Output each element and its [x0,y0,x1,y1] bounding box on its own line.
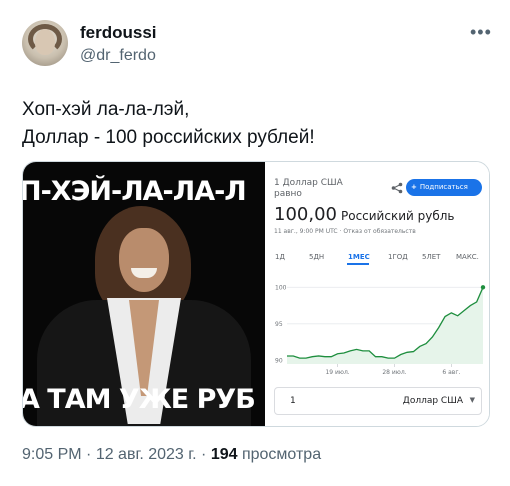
more-dots-icon[interactable]: ••• [470,22,492,43]
active-tab-indicator [347,263,369,265]
tab-1d[interactable]: 1Д [275,253,285,261]
last-point [480,285,486,290]
tweet-media[interactable]: П-ХЭЙ-ЛА-ЛА-Л А ТАМ УЖЕ РУБ 1 Доллар США… [22,161,490,427]
tweet-text: Хоп-хэй ла-ла-лэй, Доллар - 100 российск… [22,96,315,152]
y-tick-label: 100 [275,284,287,291]
author-name[interactable]: ferdoussi [80,23,157,43]
tweet-date[interactable]: 12 авг. 2023 г. [96,446,197,463]
meta-separator: · [81,446,96,463]
avatar[interactable] [22,20,68,66]
meme-bottom-text: А ТАМ УЖЕ РУБ [23,384,256,415]
tab-max[interactable]: МАКС. [456,253,479,261]
views-label: просмотра [237,446,322,463]
meme-top-text: П-ХЭЙ-ЛА-ЛА-Л [23,176,247,207]
rate-number: 100,00 [274,204,337,225]
tweet-line-1: Хоп-хэй ла-ла-лэй, [22,99,190,120]
rate-heading: 1 Доллар США равно [274,178,394,200]
subscribe-label: Подписаться [419,183,468,191]
tab-5y[interactable]: 5ЛЕТ [422,253,440,261]
x-tick-label: 28 июл. [382,369,406,376]
author-handle[interactable]: @dr_ferdo [80,47,156,65]
x-tick-label: 6 авг. [442,369,460,376]
plus-icon: + [411,183,417,191]
rate-heading-line2: равно [274,189,302,199]
currency-card[interactable]: 1 Доллар США равно + Подписаться 100,00 Ро… [265,162,490,426]
share-icon[interactable] [391,182,403,194]
x-tick-label: 19 июл. [325,369,349,376]
range-tabs: 1Д 5ДН 1МЕС 1ГОД 5ЛЕТ МАКС. [271,253,485,265]
rate-unit: Российский рубль [340,209,455,223]
y-tick-label: 95 [275,321,283,328]
chevron-down-icon[interactable]: ▼ [470,396,475,404]
tweet-line-2: Доллар - 100 российских рублей! [22,127,315,148]
tab-5d[interactable]: 5ДН [309,253,324,261]
converter-row[interactable]: 1 Доллар США ▼ [274,387,482,415]
rate-line-chart[interactable]: 90 95 100 19 июл. 28 июл. 6 авг. [265,272,490,382]
meme-image[interactable]: П-ХЭЙ-ЛА-ЛА-Л А ТАМ УЖЕ РУБ [23,162,265,426]
rate-heading-line1: 1 Доллар США [274,178,343,188]
views-count: 194 [210,446,238,463]
tweet-time[interactable]: 9:05 PM [22,446,82,463]
meta-separator: · [196,446,211,463]
rate-value: 100,00 Российский рубль [274,204,454,225]
amount-input[interactable]: 1 [290,396,296,406]
tweet-meta: 9:05 PM · 12 авг. 2023 г. · 194 просмотр… [22,446,321,464]
tab-1y[interactable]: 1ГОД [388,253,408,261]
tab-1m[interactable]: 1МЕС [348,253,370,261]
series-area [287,287,483,364]
y-tick-label: 90 [275,357,283,364]
rate-note[interactable]: 11 авг., 9:00 PM UTC · Отказ от обязател… [274,228,416,235]
currency-select[interactable]: Доллар США [403,396,463,406]
subscribe-button[interactable]: + Подписаться [406,179,482,196]
